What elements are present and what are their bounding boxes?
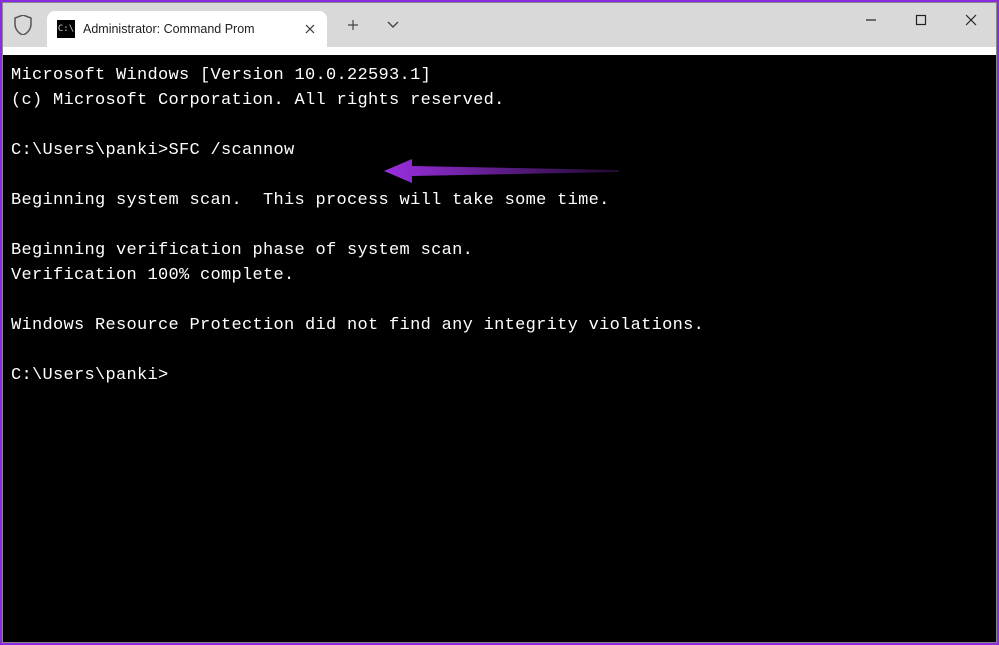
tab-actions — [327, 3, 411, 47]
window-controls — [846, 3, 996, 37]
terminal-line: Beginning verification phase of system s… — [11, 241, 473, 260]
terminal-line: Verification 100% complete. — [11, 266, 295, 285]
tab-dropdown-button[interactable] — [375, 7, 411, 43]
cmd-icon: C:\ — [57, 20, 75, 38]
close-button[interactable] — [946, 3, 996, 37]
tab-close-button[interactable] — [301, 20, 319, 38]
maximize-button[interactable] — [896, 3, 946, 37]
tab-active[interactable]: C:\ Administrator: Command Prom — [47, 11, 327, 47]
tab-title: Administrator: Command Prom — [83, 22, 293, 36]
terminal-window: C:\ Administrator: Command Prom — [2, 2, 997, 643]
terminal-prompt-line: C:\Users\panki>SFC /scannow — [11, 141, 295, 160]
terminal-prompt-line: C:\Users\panki> — [11, 366, 169, 385]
terminal-output[interactable]: Microsoft Windows [Version 10.0.22593.1]… — [3, 55, 996, 642]
titlebar[interactable]: C:\ Administrator: Command Prom — [3, 3, 996, 47]
shield-icon — [3, 3, 43, 47]
terminal-line: Microsoft Windows [Version 10.0.22593.1] — [11, 66, 431, 85]
terminal-line: Windows Resource Protection did not find… — [11, 316, 704, 335]
toolbar-strip — [3, 47, 996, 55]
terminal-line: Beginning system scan. This process will… — [11, 191, 610, 210]
terminal-line: (c) Microsoft Corporation. All rights re… — [11, 91, 505, 110]
new-tab-button[interactable] — [335, 7, 371, 43]
minimize-button[interactable] — [846, 3, 896, 37]
